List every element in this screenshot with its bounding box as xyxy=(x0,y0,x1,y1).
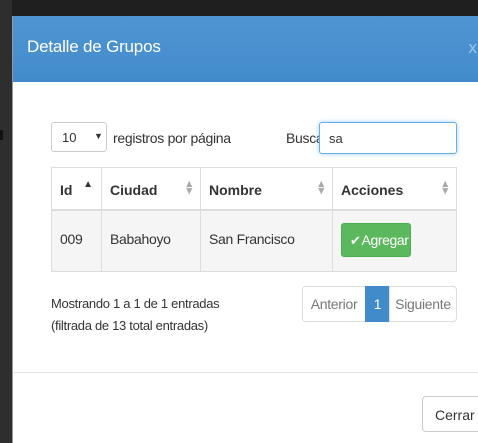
sort-asc-icon: ▲ xyxy=(83,179,93,190)
info-line-entries: Mostrando 1 a 1 de 1 entradas xyxy=(51,296,220,311)
cell-acciones: ✔Agregar xyxy=(332,211,457,271)
sort-both-icon: ▴ ▾ xyxy=(186,178,192,197)
add-button[interactable]: ✔Agregar xyxy=(341,223,411,257)
table-info: Mostrando 1 a 1 de 1 entradas (filtrada … xyxy=(51,293,220,337)
check-icon: ✔ xyxy=(350,233,361,248)
next-page-button[interactable]: Siguiente xyxy=(389,286,457,322)
column-header-ciudad[interactable]: Ciudad ▴ ▾ xyxy=(101,168,200,210)
cell-id: 009 xyxy=(51,211,101,271)
column-header-id[interactable]: Id ▲ xyxy=(51,168,101,210)
previous-page-button[interactable]: Anterior xyxy=(302,286,366,322)
backdrop-left xyxy=(0,0,12,443)
groups-table: Id ▲ Ciudad ▴ ▾ Nombre ▴ ▾ Acciones ▴ ▾ 009… xyxy=(51,167,457,272)
column-header-ciudad-label: Ciudad xyxy=(110,182,158,198)
cell-nombre: San Francisco xyxy=(200,211,332,271)
column-header-nombre[interactable]: Nombre ▴ ▾ xyxy=(200,168,332,210)
modal-header: Detalle de Grupos x xyxy=(13,16,478,82)
modal-title: Detalle de Grupos xyxy=(27,37,161,56)
footer-divider xyxy=(13,372,478,373)
backdrop-mark xyxy=(0,130,3,140)
page-length-select[interactable]: 10 ▼ xyxy=(51,122,107,152)
page-length-label: registros por página xyxy=(113,130,231,146)
page-length-value: 10 xyxy=(62,130,77,145)
table-header-row: Id ▲ Ciudad ▴ ▾ Nombre ▴ ▾ Acciones ▴ ▾ xyxy=(51,167,457,211)
sort-both-icon: ▴ ▾ xyxy=(318,178,324,197)
page-1-button[interactable]: 1 xyxy=(365,286,390,322)
search-input[interactable] xyxy=(319,122,457,154)
column-header-acciones[interactable]: Acciones ▴ ▾ xyxy=(332,168,457,210)
column-header-nombre-label: Nombre xyxy=(209,182,262,198)
groups-detail-modal: Detalle de Grupos x 10 ▼ registros por p… xyxy=(12,16,478,443)
cell-ciudad: Babahoyo xyxy=(101,211,200,271)
sort-both-icon: ▴ ▾ xyxy=(442,178,448,197)
table-row: 009 Babahoyo San Francisco ✔Agregar xyxy=(51,211,457,272)
backdrop-top xyxy=(0,0,478,16)
info-line-filtered: (filtrada de 13 total entradas) xyxy=(51,318,208,333)
add-button-label: Agregar xyxy=(361,232,409,248)
caret-down-icon: ▼ xyxy=(94,131,103,141)
column-header-id-label: Id xyxy=(60,182,73,198)
close-icon[interactable]: x xyxy=(469,38,478,58)
close-button[interactable]: Cerrar xyxy=(422,396,478,432)
column-header-acciones-label: Acciones xyxy=(341,182,404,198)
